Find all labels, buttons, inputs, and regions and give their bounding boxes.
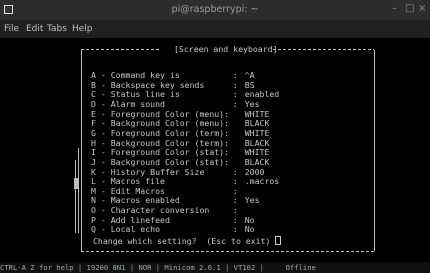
option-value: 2000 xyxy=(244,166,265,177)
menu-bar: File Edit Tabs Help xyxy=(0,20,430,38)
option-label: Local echo xyxy=(110,224,161,235)
terminal-area[interactable]: [Screen and keyboard] A - Command key is… xyxy=(0,38,430,262)
option-value: No xyxy=(244,224,255,235)
option-row[interactable]: H - Background Color (term): BLACK xyxy=(91,138,269,148)
option-value: ^A xyxy=(244,70,255,80)
option-value: BS xyxy=(244,79,255,90)
option-row[interactable]: O - Character conversion: xyxy=(91,205,245,215)
close-icon[interactable]: × xyxy=(418,3,426,14)
option-row[interactable]: L - Macros file: .macros xyxy=(91,176,279,186)
option-value: BLACK xyxy=(244,118,270,129)
option-row[interactable]: G - Foreground Color (term): WHITE xyxy=(91,128,269,138)
option-value: BLACK xyxy=(244,137,270,148)
option-row[interactable]: I - Foreground Color (stat): WHITE xyxy=(91,147,269,157)
option-value: No xyxy=(244,214,255,225)
option-value: WHITE xyxy=(244,127,270,138)
menu-file[interactable]: File xyxy=(4,24,19,34)
menu-edit[interactable]: Edit xyxy=(26,24,43,34)
option-value: Yes xyxy=(244,98,260,109)
option-row[interactable]: E - Foreground Color (menu): WHITE xyxy=(91,109,269,119)
option-row[interactable]: A - Command key is: ^A xyxy=(91,70,255,80)
option-value: WHITE xyxy=(244,147,270,158)
option-value: BLACK xyxy=(244,156,270,167)
dialog-header: [Screen and keyboard] xyxy=(174,44,278,54)
option-row[interactable]: F - Background Color (menu): BLACK xyxy=(91,118,269,128)
option-row[interactable]: J - Background Color (stat): BLACK xyxy=(91,157,269,167)
option-row[interactable]: Q - Local echo: No xyxy=(91,224,255,234)
menu-help[interactable]: Help xyxy=(72,24,93,34)
menu-tabs[interactable]: Tabs xyxy=(47,24,67,34)
maximize-icon[interactable]: □ xyxy=(405,3,414,14)
option-row[interactable]: P - Add linefeed: No xyxy=(91,215,255,225)
status-bar: CTRL-A Z for help | 19200 8N1 | NOR | Mi… xyxy=(0,262,430,273)
option-value: .macros xyxy=(244,176,280,187)
window-title: pi@raspberrypi: ~ xyxy=(171,4,259,15)
option-row[interactable]: D - Alarm sound: Yes xyxy=(91,99,260,109)
minimize-icon[interactable]: – xyxy=(392,3,397,14)
setting-prompt[interactable]: Change which setting? (Esc to exit) xyxy=(93,236,282,246)
option-row[interactable]: B - Backspace key sends: BS xyxy=(91,80,255,90)
window-titlebar: pi@raspberrypi: ~ – □ × xyxy=(0,0,430,20)
option-row[interactable]: C - Status line is: enabled xyxy=(91,89,279,99)
option-value: WHITE xyxy=(244,108,270,119)
option-value: enabled xyxy=(244,89,280,100)
option-row[interactable]: N - Macros enabled: Yes xyxy=(91,195,260,205)
option-value: Yes xyxy=(244,195,260,206)
option-row[interactable]: K - History Buffer Size:2000 xyxy=(91,167,264,177)
text-cursor xyxy=(275,236,282,245)
option-row[interactable]: M - Edit Macros: xyxy=(91,186,245,196)
